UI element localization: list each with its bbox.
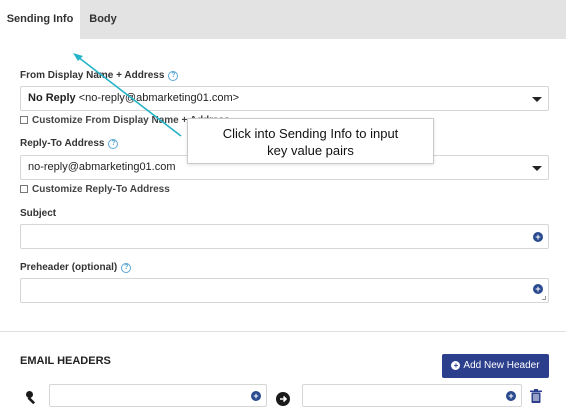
help-icon[interactable]: ? [121, 263, 132, 273]
plus-circle-icon[interactable]: + [506, 391, 516, 401]
from-select[interactable]: No Reply <no-reply@abmarketing01.com> [20, 86, 549, 111]
preheader-input[interactable]: + [20, 278, 549, 303]
trash-icon[interactable] [530, 389, 542, 403]
plus-circle-icon[interactable]: + [533, 232, 543, 242]
key-icon [26, 391, 36, 404]
help-icon[interactable]: ? [108, 139, 119, 149]
customize-from-checkbox[interactable] [20, 116, 28, 124]
reply-to-address: no-reply@abmarketing01.com [28, 161, 176, 173]
arrow-right-circle-icon [276, 392, 290, 406]
reply-to-label: Reply-To Address? [20, 138, 119, 149]
email-headers-title: EMAIL HEADERS [20, 355, 111, 367]
caret-down-icon [532, 97, 542, 102]
subject-label: Subject [20, 208, 57, 219]
reply-to-label-text: Reply-To Address [20, 138, 105, 149]
add-new-header-button[interactable]: + Add New Header [442, 354, 549, 378]
section-divider [0, 331, 566, 332]
plus-circle-icon: + [451, 361, 461, 370]
preheader-label-text: Preheader (optional) [20, 262, 118, 273]
annotation-arrow [73, 53, 182, 137]
from-label: From Display Name + Address? [20, 70, 179, 81]
help-icon[interactable]: ? [168, 71, 179, 81]
tab-body[interactable]: Body [80, 0, 126, 39]
from-address: <no-reply@abmarketing01.com> [78, 92, 240, 104]
tab-bar: Sending Info Body [0, 0, 566, 39]
from-label-text: From Display Name + Address [20, 70, 165, 81]
preheader-label: Preheader (optional)? [20, 262, 132, 273]
instruction-line-2: key value pairs [267, 143, 354, 158]
from-display-name: No Reply [28, 92, 76, 104]
caret-down-icon [532, 166, 542, 171]
plus-circle-icon[interactable]: + [533, 284, 543, 294]
header-key-input[interactable]: + [49, 384, 267, 407]
tab-sending-info[interactable]: Sending Info [0, 0, 80, 39]
customize-reply-to-checkbox[interactable] [20, 185, 28, 193]
subject-input[interactable]: + [20, 224, 549, 249]
resize-handle[interactable] [542, 296, 546, 300]
customize-reply-to-row[interactable]: Customize Reply-To Address [20, 184, 170, 195]
plus-circle-icon[interactable]: + [251, 391, 261, 401]
customize-reply-to-label: Customize Reply-To Address [32, 184, 170, 195]
add-new-header-label: Add New Header [463, 360, 540, 371]
instruction-callout: Click into Sending Info to input key val… [187, 118, 434, 164]
instruction-line-1: Click into Sending Info to input [222, 126, 399, 141]
header-value-input[interactable]: + [302, 384, 522, 407]
